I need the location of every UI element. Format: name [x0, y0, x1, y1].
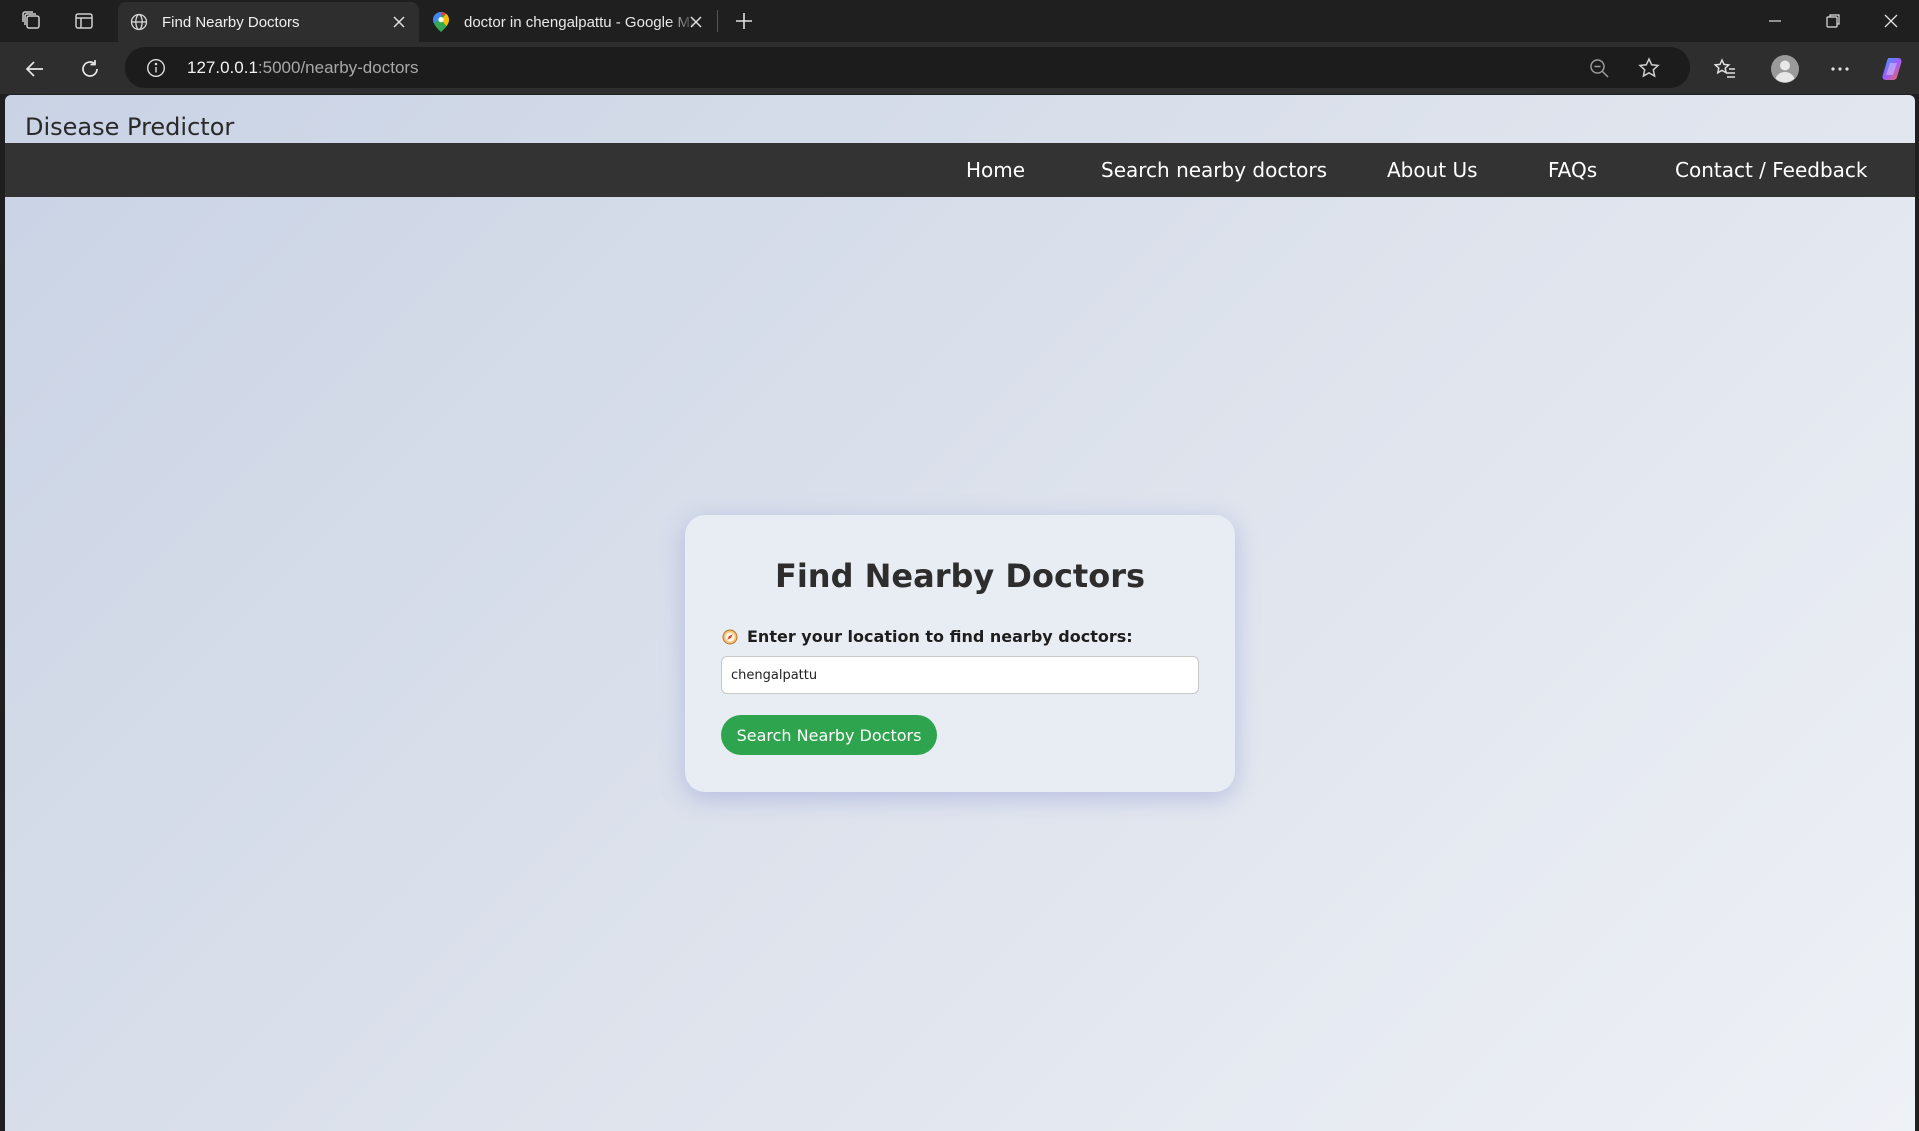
- address-bar[interactable]: 127.0.0.1:5000/nearby-doctors: [125, 47, 1690, 88]
- tab-title: Find Nearby Doctors: [162, 13, 300, 31]
- close-tab-icon[interactable]: [686, 12, 706, 32]
- favorite-star-icon[interactable]: [1636, 55, 1662, 81]
- search-nearby-doctors-button[interactable]: Search Nearby Doctors: [721, 715, 937, 755]
- vertical-tabs-icon[interactable]: [70, 8, 98, 34]
- site-info-icon[interactable]: [145, 57, 167, 79]
- compass-icon: [721, 628, 739, 646]
- new-tab-icon[interactable]: [730, 8, 758, 34]
- zoom-out-icon[interactable]: [1587, 56, 1611, 80]
- tab-divider: [717, 10, 718, 32]
- back-icon[interactable]: [18, 52, 52, 86]
- reload-icon[interactable]: [73, 52, 107, 86]
- nav-search-nearby-doctors[interactable]: Search nearby doctors: [1101, 158, 1327, 182]
- address-url[interactable]: 127.0.0.1:5000/nearby-doctors: [187, 58, 419, 78]
- close-window-icon[interactable]: [1868, 6, 1914, 36]
- url-host: 127.0.0.1: [187, 58, 258, 77]
- browser-tab-bar: Find Nearby Doctors doctor in chengalpat…: [0, 0, 1919, 42]
- tab-google-maps[interactable]: doctor in chengalpattu - Google Maps: [420, 2, 716, 42]
- more-options-icon[interactable]: [1823, 52, 1857, 86]
- location-label: Enter your location to find nearby docto…: [721, 627, 1133, 646]
- restore-icon[interactable]: [1810, 6, 1856, 36]
- site-brand[interactable]: Disease Predictor: [25, 113, 234, 141]
- card-title: Find Nearby Doctors: [774, 557, 1146, 595]
- tab-find-nearby-doctors[interactable]: Find Nearby Doctors: [118, 2, 419, 42]
- url-path: :5000/nearby-doctors: [257, 58, 419, 77]
- copilot-icon[interactable]: [1876, 52, 1910, 86]
- favorites-icon[interactable]: [1708, 52, 1742, 86]
- workspaces-icon[interactable]: [18, 8, 46, 34]
- nav-contact-feedback[interactable]: Contact / Feedback: [1675, 158, 1868, 182]
- nav-home[interactable]: Home: [966, 158, 1025, 182]
- find-doctors-card: Find Nearby Doctors Enter your location …: [685, 515, 1235, 792]
- browser-toolbar: 127.0.0.1:5000/nearby-doctors: [0, 42, 1919, 94]
- tab-title: doctor in chengalpattu - Google Maps: [464, 13, 696, 31]
- globe-icon: [128, 11, 150, 33]
- minimize-icon[interactable]: [1752, 6, 1798, 36]
- location-input[interactable]: [721, 656, 1199, 694]
- site-navbar: Home Search nearby doctors About Us FAQs…: [5, 143, 1915, 197]
- nav-about-us[interactable]: About Us: [1387, 158, 1478, 182]
- nav-faqs[interactable]: FAQs: [1548, 158, 1597, 182]
- profile-avatar-icon[interactable]: [1766, 50, 1804, 88]
- location-label-text: Enter your location to find nearby docto…: [747, 627, 1133, 646]
- maps-pin-icon: [430, 11, 452, 33]
- close-tab-icon[interactable]: [389, 12, 409, 32]
- page-viewport: Disease Predictor Home Search nearby doc…: [5, 95, 1915, 1131]
